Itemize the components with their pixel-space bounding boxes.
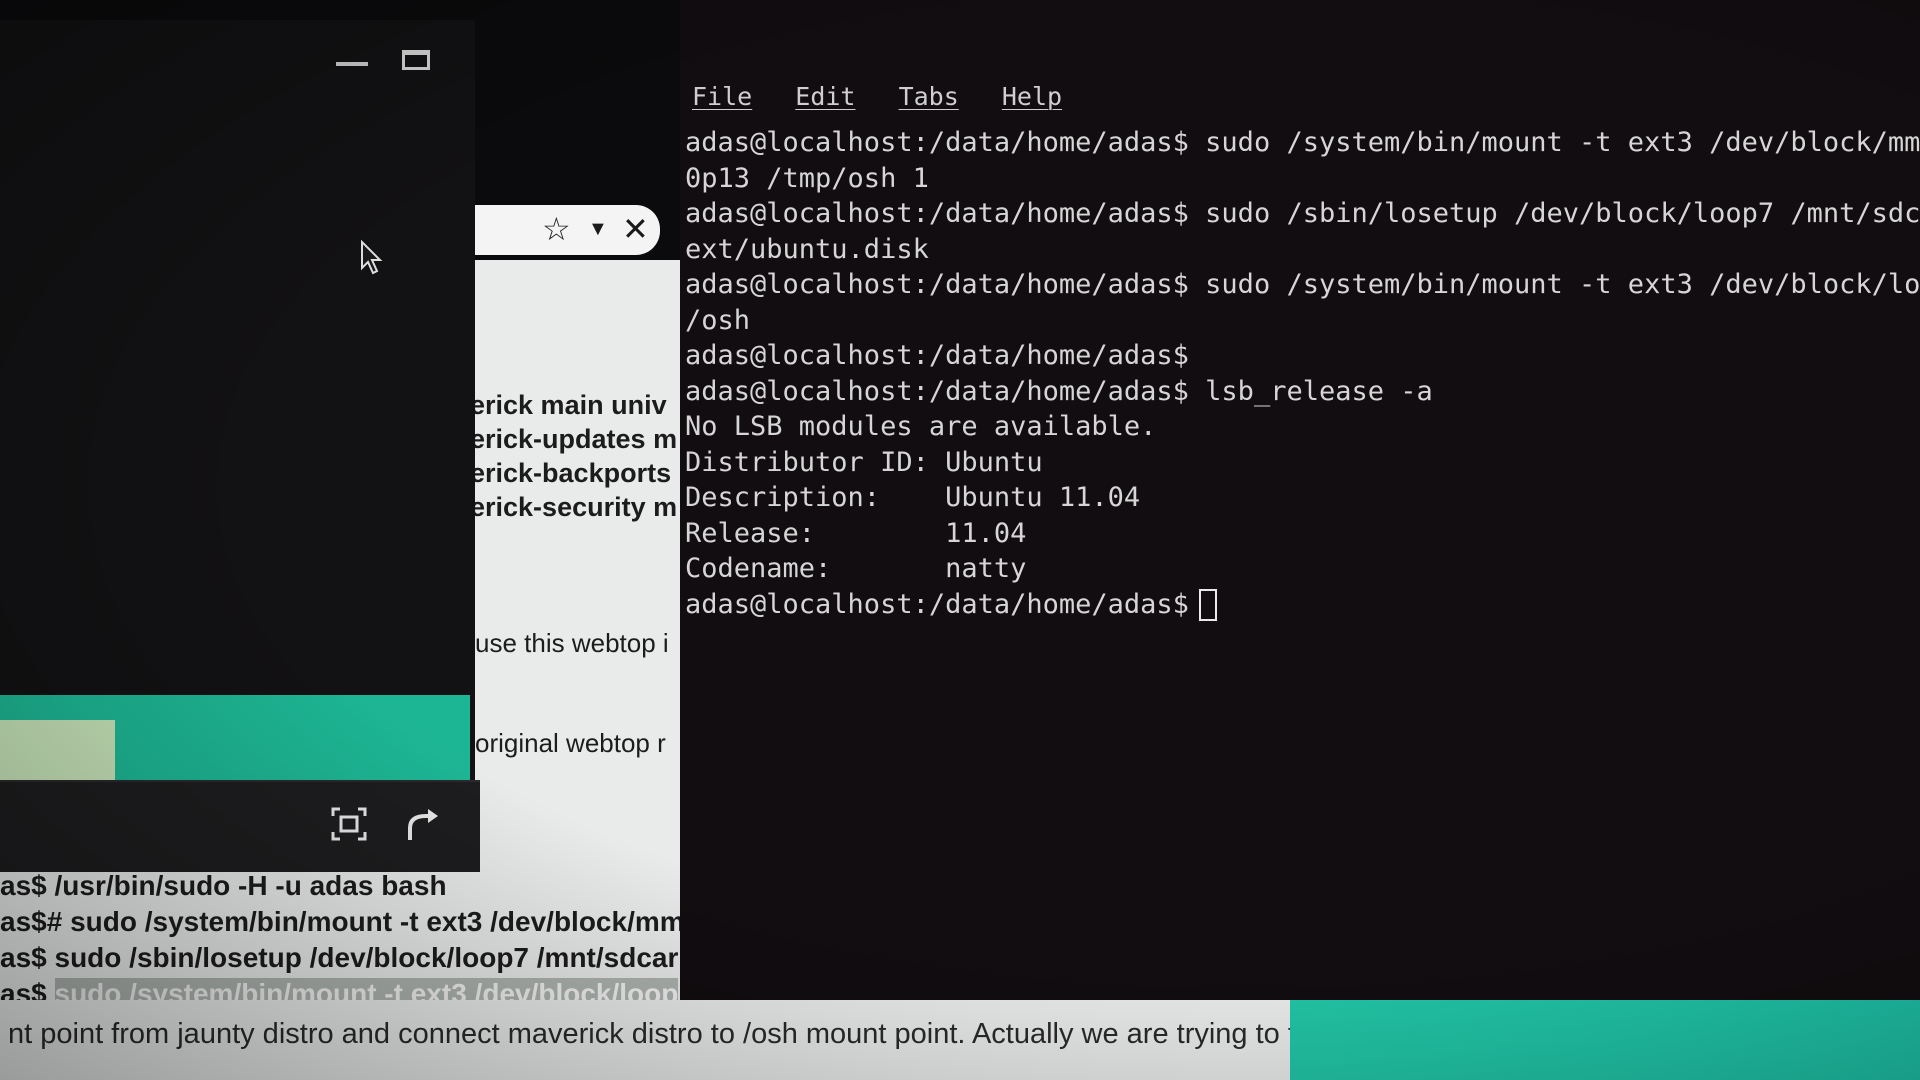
terminal-line: Description: Ubuntu 11.04 [685, 482, 1141, 513]
terminal-line: adas@localhost:/data/home/adas$ sudo /sy… [685, 269, 1920, 300]
terminal-line: ext/ubuntu.disk [685, 233, 929, 265]
terminal-prompt: adas@localhost:/data/home/adas$ [685, 588, 1189, 620]
terminal-menubar: File Edit Tabs Help [692, 82, 1090, 111]
command-line: as$ /usr/bin/sudo -H -u adas bash [0, 870, 690, 902]
star-icon[interactable]: ☆ [542, 211, 571, 247]
viewer-window [0, 20, 480, 872]
text-cursor [1198, 589, 1217, 621]
terminal-line: No LSB modules are available. [685, 411, 1157, 442]
terminal-line: /osh [685, 304, 751, 336]
command-prompt: as$# [0, 906, 71, 937]
menu-tabs[interactable]: Tabs [899, 82, 959, 111]
menu-file[interactable]: File [692, 82, 752, 111]
repo-line: erick main univ [470, 390, 667, 420]
terminal-window[interactable]: File Edit Tabs Help adas@localhost:/data… [680, 0, 1920, 1000]
rotate-icon[interactable] [402, 806, 442, 844]
terminal-output[interactable]: adas@localhost:/data/home/adas$ sudo /sy… [685, 125, 1920, 622]
terminal-prompt-line[interactable]: adas@localhost:/data/home/adas$ [685, 587, 1920, 623]
terminal-line: Release: 11.04 [685, 517, 1027, 549]
minimize-icon[interactable] [336, 62, 368, 66]
terminal-line: 0p13 /tmp/osh 1 [685, 162, 929, 194]
mouse-pointer-icon [361, 240, 383, 275]
maximize-icon[interactable] [402, 50, 430, 70]
terminal-line: adas@localhost:/data/home/adas$ lsb_rele… [685, 375, 1433, 407]
command-text: sudo /sbin/losetup /dev/block/loop7 /mnt… [54, 942, 679, 973]
command-line: as$ sudo /sbin/losetup /dev/block/loop7 … [0, 942, 690, 974]
command-prompt: as$ [0, 870, 55, 901]
terminal-line: adas@localhost:/data/home/adas$ [685, 340, 1189, 371]
repo-line: erick-security m [470, 492, 678, 522]
command-line: as$# sudo /system/bin/mount -t ext3 /dev… [0, 906, 690, 938]
repo-line: erick-backports [470, 458, 672, 488]
terminal-line: adas@localhost:/data/home/adas$ sudo /sy… [685, 127, 1920, 158]
menu-edit[interactable]: Edit [795, 82, 855, 111]
command-text: /usr/bin/sudo -H -u adas bash [54, 870, 447, 901]
page-paragraph: original webtop r [475, 728, 666, 758]
command-prompt: as$ [0, 942, 55, 973]
close-icon[interactable]: ✕ [622, 211, 649, 247]
command-text: sudo /system/bin/mount -t ext3 /dev/bloc… [70, 906, 685, 937]
viewer-toolbar [0, 780, 480, 872]
page-bottom-paragraph: nt point from jaunty distro and connect … [0, 1000, 1290, 1080]
terminal-line: adas@localhost:/data/home/adas$ sudo /sb… [685, 198, 1920, 229]
page-paragraph: use this webtop i [475, 628, 669, 658]
thumbnail-highlight [0, 720, 115, 780]
menu-help[interactable]: Help [1002, 82, 1062, 111]
terminal-line: Distributor ID: Ubuntu [685, 446, 1043, 478]
browser-address-bar: ☆ ▼ ✕ [470, 205, 660, 255]
terminal-line: Codename: natty [685, 553, 1027, 584]
chevron-down-icon[interactable]: ▼ [588, 211, 608, 247]
capture-icon[interactable] [330, 806, 368, 842]
repo-line: erick-updates m [470, 424, 678, 454]
